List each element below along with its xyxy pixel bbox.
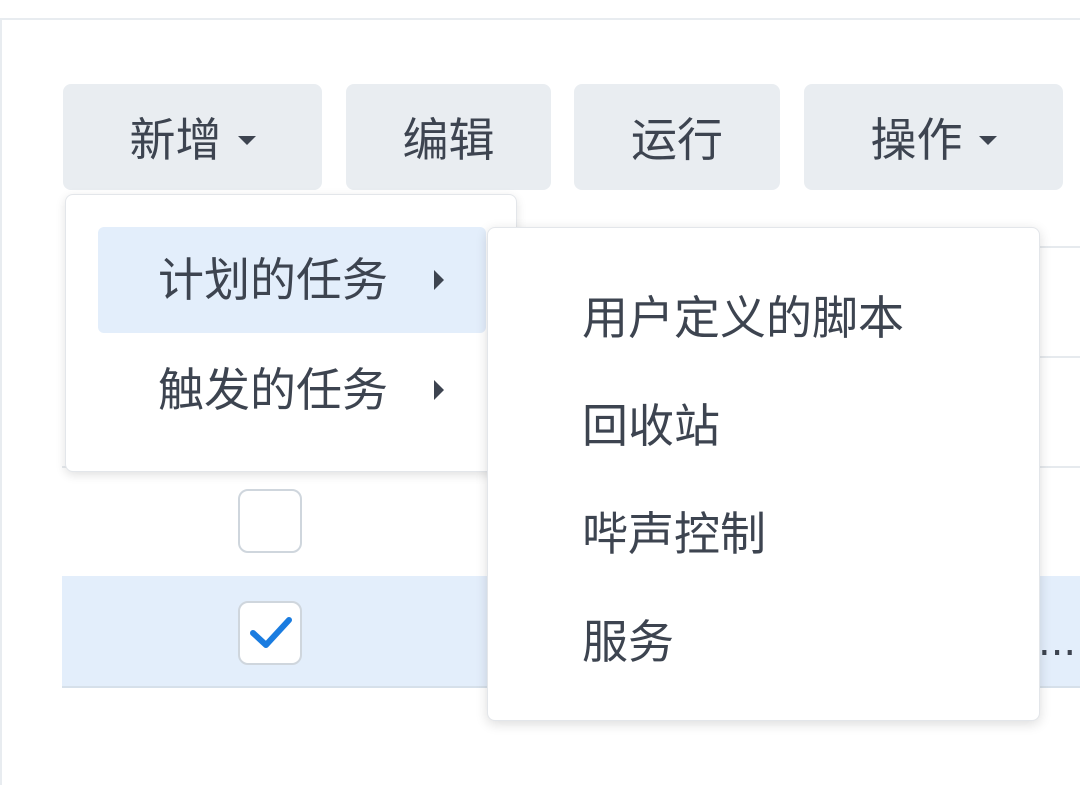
menu-item-label: 触发的任务 xyxy=(158,363,388,417)
edit-button[interactable]: 编辑 xyxy=(346,84,551,190)
menu-item-label: 计划的任务 xyxy=(158,253,388,307)
run-button-label: 运行 xyxy=(631,113,723,167)
action-dropdown-button[interactable]: 操作 xyxy=(804,84,1063,190)
edit-button-label: 编辑 xyxy=(402,113,495,167)
panel-left-border xyxy=(0,18,2,785)
submenu-item-service[interactable]: 服务 xyxy=(488,588,1039,696)
chevron-down-icon xyxy=(978,135,997,145)
submenu-item-user-script[interactable]: 用户定义的脚本 xyxy=(488,264,1039,372)
action-button-label: 操作 xyxy=(870,113,963,167)
menu-item-scheduled-task[interactable]: 计划的任务 xyxy=(98,227,486,333)
chevron-right-icon xyxy=(434,270,444,290)
chevron-down-icon xyxy=(237,135,256,145)
row-checkbox-checked[interactable] xyxy=(238,601,302,665)
checkmark-icon xyxy=(250,617,292,648)
add-dropdown-menu: 计划的任务 触发的任务 xyxy=(65,194,517,472)
add-dropdown-button[interactable]: 新增 xyxy=(63,84,322,190)
panel-top-border xyxy=(0,18,1080,20)
submenu-item-recycle-bin[interactable]: 回收站 xyxy=(488,372,1039,480)
submenu-item-label: 哔声控制 xyxy=(582,507,766,561)
truncated-cell-text: ... xyxy=(1038,619,1077,665)
row-checkbox[interactable] xyxy=(238,489,302,553)
submenu-item-beep-control[interactable]: 哔声控制 xyxy=(488,480,1039,588)
submenu-item-label: 用户定义的脚本 xyxy=(582,291,904,345)
run-button[interactable]: 运行 xyxy=(574,84,780,190)
add-button-label: 新增 xyxy=(129,113,222,167)
scheduled-task-submenu: 用户定义的脚本 回收站 哔声控制 服务 xyxy=(487,227,1040,721)
chevron-right-icon xyxy=(434,380,444,400)
submenu-item-label: 服务 xyxy=(582,615,674,669)
submenu-item-label: 回收站 xyxy=(582,399,720,453)
menu-item-triggered-task[interactable]: 触发的任务 xyxy=(98,337,486,443)
